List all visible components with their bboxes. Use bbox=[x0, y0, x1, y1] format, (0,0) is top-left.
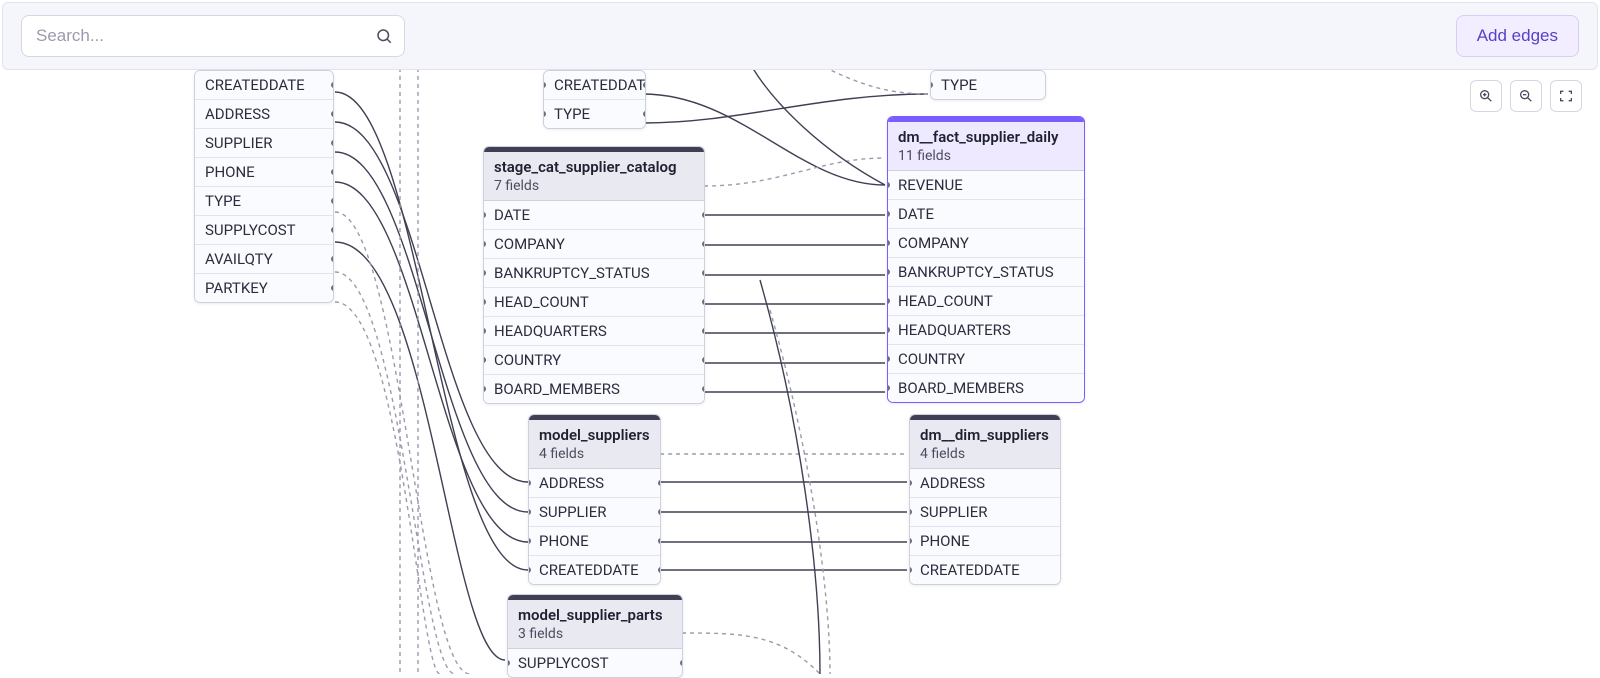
node-rows: ADDRESSSUPPLIERPHONECREATEDDATE bbox=[529, 469, 660, 584]
node-fields-count: 3 fields bbox=[508, 626, 682, 649]
node-title: model_supplier_parts bbox=[508, 600, 682, 626]
node-rows: SUPPLYCOST bbox=[508, 649, 682, 677]
zoom-controls bbox=[1470, 80, 1582, 112]
field-row[interactable]: PARTKEY bbox=[195, 274, 333, 302]
node-left-partial[interactable]: CREATEDDATEADDRESSSUPPLIERPHONETYPESUPPL… bbox=[194, 70, 334, 303]
field-row[interactable]: CREATEDDATE bbox=[195, 71, 333, 100]
field-row[interactable]: BANKRUPTCY_STATUS bbox=[888, 258, 1084, 287]
field-row[interactable]: HEADQUARTERS bbox=[484, 317, 704, 346]
field-row[interactable]: HEAD_COUNT bbox=[484, 288, 704, 317]
node-model-suppliers[interactable]: model_suppliers 4 fields ADDRESSSUPPLIER… bbox=[528, 414, 661, 585]
field-row[interactable]: CREATEDDATE bbox=[529, 556, 660, 584]
zoom-in-button[interactable] bbox=[1470, 80, 1502, 112]
field-row[interactable]: HEADQUARTERS bbox=[888, 316, 1084, 345]
search-wrap bbox=[21, 15, 405, 57]
search-icon bbox=[375, 27, 393, 45]
zoom-out-button[interactable] bbox=[1510, 80, 1542, 112]
field-row[interactable]: PHONE bbox=[910, 527, 1060, 556]
field-row[interactable]: AVAILQTY bbox=[195, 245, 333, 274]
field-row[interactable]: HEAD_COUNT bbox=[888, 287, 1084, 316]
node-top-right-partial[interactable]: TYPE bbox=[930, 70, 1046, 100]
field-row[interactable]: CREATEDDATE bbox=[910, 556, 1060, 584]
node-title: model_suppliers bbox=[529, 420, 660, 446]
field-row[interactable]: TYPE bbox=[195, 187, 333, 216]
field-row[interactable]: COMPANY bbox=[888, 229, 1084, 258]
field-row[interactable]: SUPPLYCOST bbox=[195, 216, 333, 245]
node-fields-count: 7 fields bbox=[484, 178, 704, 201]
field-row[interactable]: DATE bbox=[484, 201, 704, 230]
node-title: dm__dim_suppliers bbox=[910, 420, 1060, 446]
field-row[interactable]: COUNTRY bbox=[484, 346, 704, 375]
field-row[interactable]: SUPPLIER bbox=[910, 498, 1060, 527]
node-rows: ADDRESSSUPPLIERPHONECREATEDDATE bbox=[910, 469, 1060, 584]
field-row[interactable]: PHONE bbox=[195, 158, 333, 187]
field-row[interactable]: BOARD_MEMBERS bbox=[484, 375, 704, 403]
fit-screen-button[interactable] bbox=[1550, 80, 1582, 112]
field-row[interactable]: TYPE bbox=[544, 100, 645, 128]
toolbar: Add edges bbox=[2, 2, 1598, 70]
node-title: stage_cat_supplier_catalog bbox=[484, 152, 704, 178]
field-row[interactable]: SUPPLIER bbox=[529, 498, 660, 527]
field-row[interactable]: BANKRUPTCY_STATUS bbox=[484, 259, 704, 288]
field-row[interactable]: DATE bbox=[888, 200, 1084, 229]
field-row[interactable]: COMPANY bbox=[484, 230, 704, 259]
field-row[interactable]: CREATEDDATE bbox=[544, 71, 645, 100]
field-row[interactable]: COUNTRY bbox=[888, 345, 1084, 374]
field-row[interactable]: ADDRESS bbox=[529, 469, 660, 498]
node-rows: CREATEDDATEADDRESSSUPPLIERPHONETYPESUPPL… bbox=[195, 71, 333, 302]
add-edges-button[interactable]: Add edges bbox=[1456, 15, 1579, 57]
node-title: dm__fact_supplier_daily bbox=[888, 122, 1084, 148]
node-rows: DATECOMPANYBANKRUPTCY_STATUSHEAD_COUNTHE… bbox=[484, 201, 704, 403]
node-stage-cat-supplier-catalog[interactable]: stage_cat_supplier_catalog 7 fields DATE… bbox=[483, 146, 705, 404]
field-row[interactable]: ADDRESS bbox=[195, 100, 333, 129]
field-row[interactable]: ADDRESS bbox=[910, 469, 1060, 498]
diagram-canvas[interactable]: CREATEDDATEADDRESSSUPPLIERPHONETYPESUPPL… bbox=[0, 70, 1600, 674]
field-row[interactable]: SUPPLYCOST bbox=[508, 649, 682, 677]
node-top-mid-partial[interactable]: CREATEDDATETYPE bbox=[543, 70, 646, 129]
field-row[interactable]: TYPE bbox=[931, 71, 1045, 99]
field-row[interactable]: BOARD_MEMBERS bbox=[888, 374, 1084, 402]
search-input[interactable] bbox=[21, 15, 405, 57]
node-rows: TYPE bbox=[931, 71, 1045, 99]
node-rows: CREATEDDATETYPE bbox=[544, 71, 645, 128]
field-row[interactable]: PHONE bbox=[529, 527, 660, 556]
field-row[interactable]: SUPPLIER bbox=[195, 129, 333, 158]
node-model-supplier-parts[interactable]: model_supplier_parts 3 fields SUPPLYCOST bbox=[507, 594, 683, 678]
node-fields-count: 4 fields bbox=[529, 446, 660, 469]
field-row[interactable]: REVENUE bbox=[888, 171, 1084, 200]
node-fields-count: 4 fields bbox=[910, 446, 1060, 469]
node-dm-dim-suppliers[interactable]: dm__dim_suppliers 4 fields ADDRESSSUPPLI… bbox=[909, 414, 1061, 585]
node-dm-fact-supplier-daily[interactable]: dm__fact_supplier_daily 11 fields REVENU… bbox=[887, 116, 1085, 403]
node-rows: REVENUEDATECOMPANYBANKRUPTCY_STATUSHEAD_… bbox=[888, 171, 1084, 402]
node-fields-count: 11 fields bbox=[888, 148, 1084, 171]
